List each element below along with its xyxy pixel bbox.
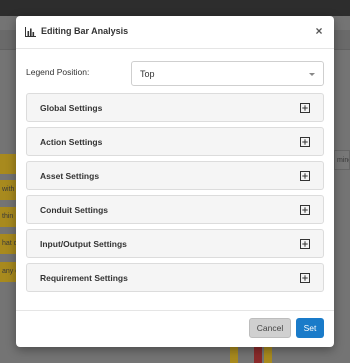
expand-plus-icon[interactable] bbox=[300, 103, 310, 113]
bg-cell: with bbox=[0, 180, 16, 200]
edit-bar-analysis-dialog: Editing Bar Analysis × Legend Position: … bbox=[16, 16, 334, 347]
section-label: Action Settings bbox=[40, 137, 103, 147]
legend-position-row: Legend Position: Top bbox=[26, 61, 324, 87]
section-asset-settings[interactable]: Asset Settings bbox=[26, 161, 324, 190]
expand-plus-icon[interactable] bbox=[300, 239, 310, 249]
legend-position-label: Legend Position: bbox=[26, 67, 90, 77]
bar-chart-icon bbox=[25, 27, 36, 37]
app-top-bar bbox=[0, 0, 350, 16]
dialog-footer: Cancel Set bbox=[16, 310, 334, 347]
bg-bar bbox=[254, 347, 262, 363]
section-label: Conduit Settings bbox=[40, 205, 108, 215]
section-label: Input/Output Settings bbox=[40, 239, 127, 249]
bg-cell: hat c bbox=[0, 234, 16, 254]
caret-down-icon bbox=[309, 73, 315, 76]
section-global-settings[interactable]: Global Settings bbox=[26, 93, 324, 122]
close-button[interactable]: × bbox=[313, 24, 325, 38]
bg-bar bbox=[264, 347, 272, 363]
expand-plus-icon[interactable] bbox=[300, 171, 310, 181]
bg-cell: any c bbox=[0, 262, 16, 282]
section-label: Asset Settings bbox=[40, 171, 100, 181]
set-button[interactable]: Set bbox=[296, 318, 324, 338]
section-requirement-settings[interactable]: Requirement Settings bbox=[26, 263, 324, 292]
section-action-settings[interactable]: Action Settings bbox=[26, 127, 324, 156]
dialog-title: Editing Bar Analysis bbox=[41, 26, 129, 36]
expand-plus-icon[interactable] bbox=[300, 273, 310, 283]
legend-position-value: Top bbox=[140, 69, 155, 79]
section-label: Requirement Settings bbox=[40, 273, 128, 283]
bg-cell bbox=[0, 154, 16, 174]
expand-plus-icon[interactable] bbox=[300, 205, 310, 215]
section-input-output-settings[interactable]: Input/Output Settings bbox=[26, 229, 324, 258]
bg-bar bbox=[230, 347, 238, 363]
section-conduit-settings[interactable]: Conduit Settings bbox=[26, 195, 324, 224]
cancel-button[interactable]: Cancel bbox=[249, 318, 291, 338]
section-label: Global Settings bbox=[40, 103, 103, 113]
dialog-header: Editing Bar Analysis × bbox=[16, 16, 334, 49]
bg-cell: ming bbox=[334, 150, 350, 170]
expand-plus-icon[interactable] bbox=[300, 137, 310, 147]
legend-position-select[interactable]: Top bbox=[131, 61, 324, 86]
bg-cell: thin bbox=[0, 207, 16, 227]
